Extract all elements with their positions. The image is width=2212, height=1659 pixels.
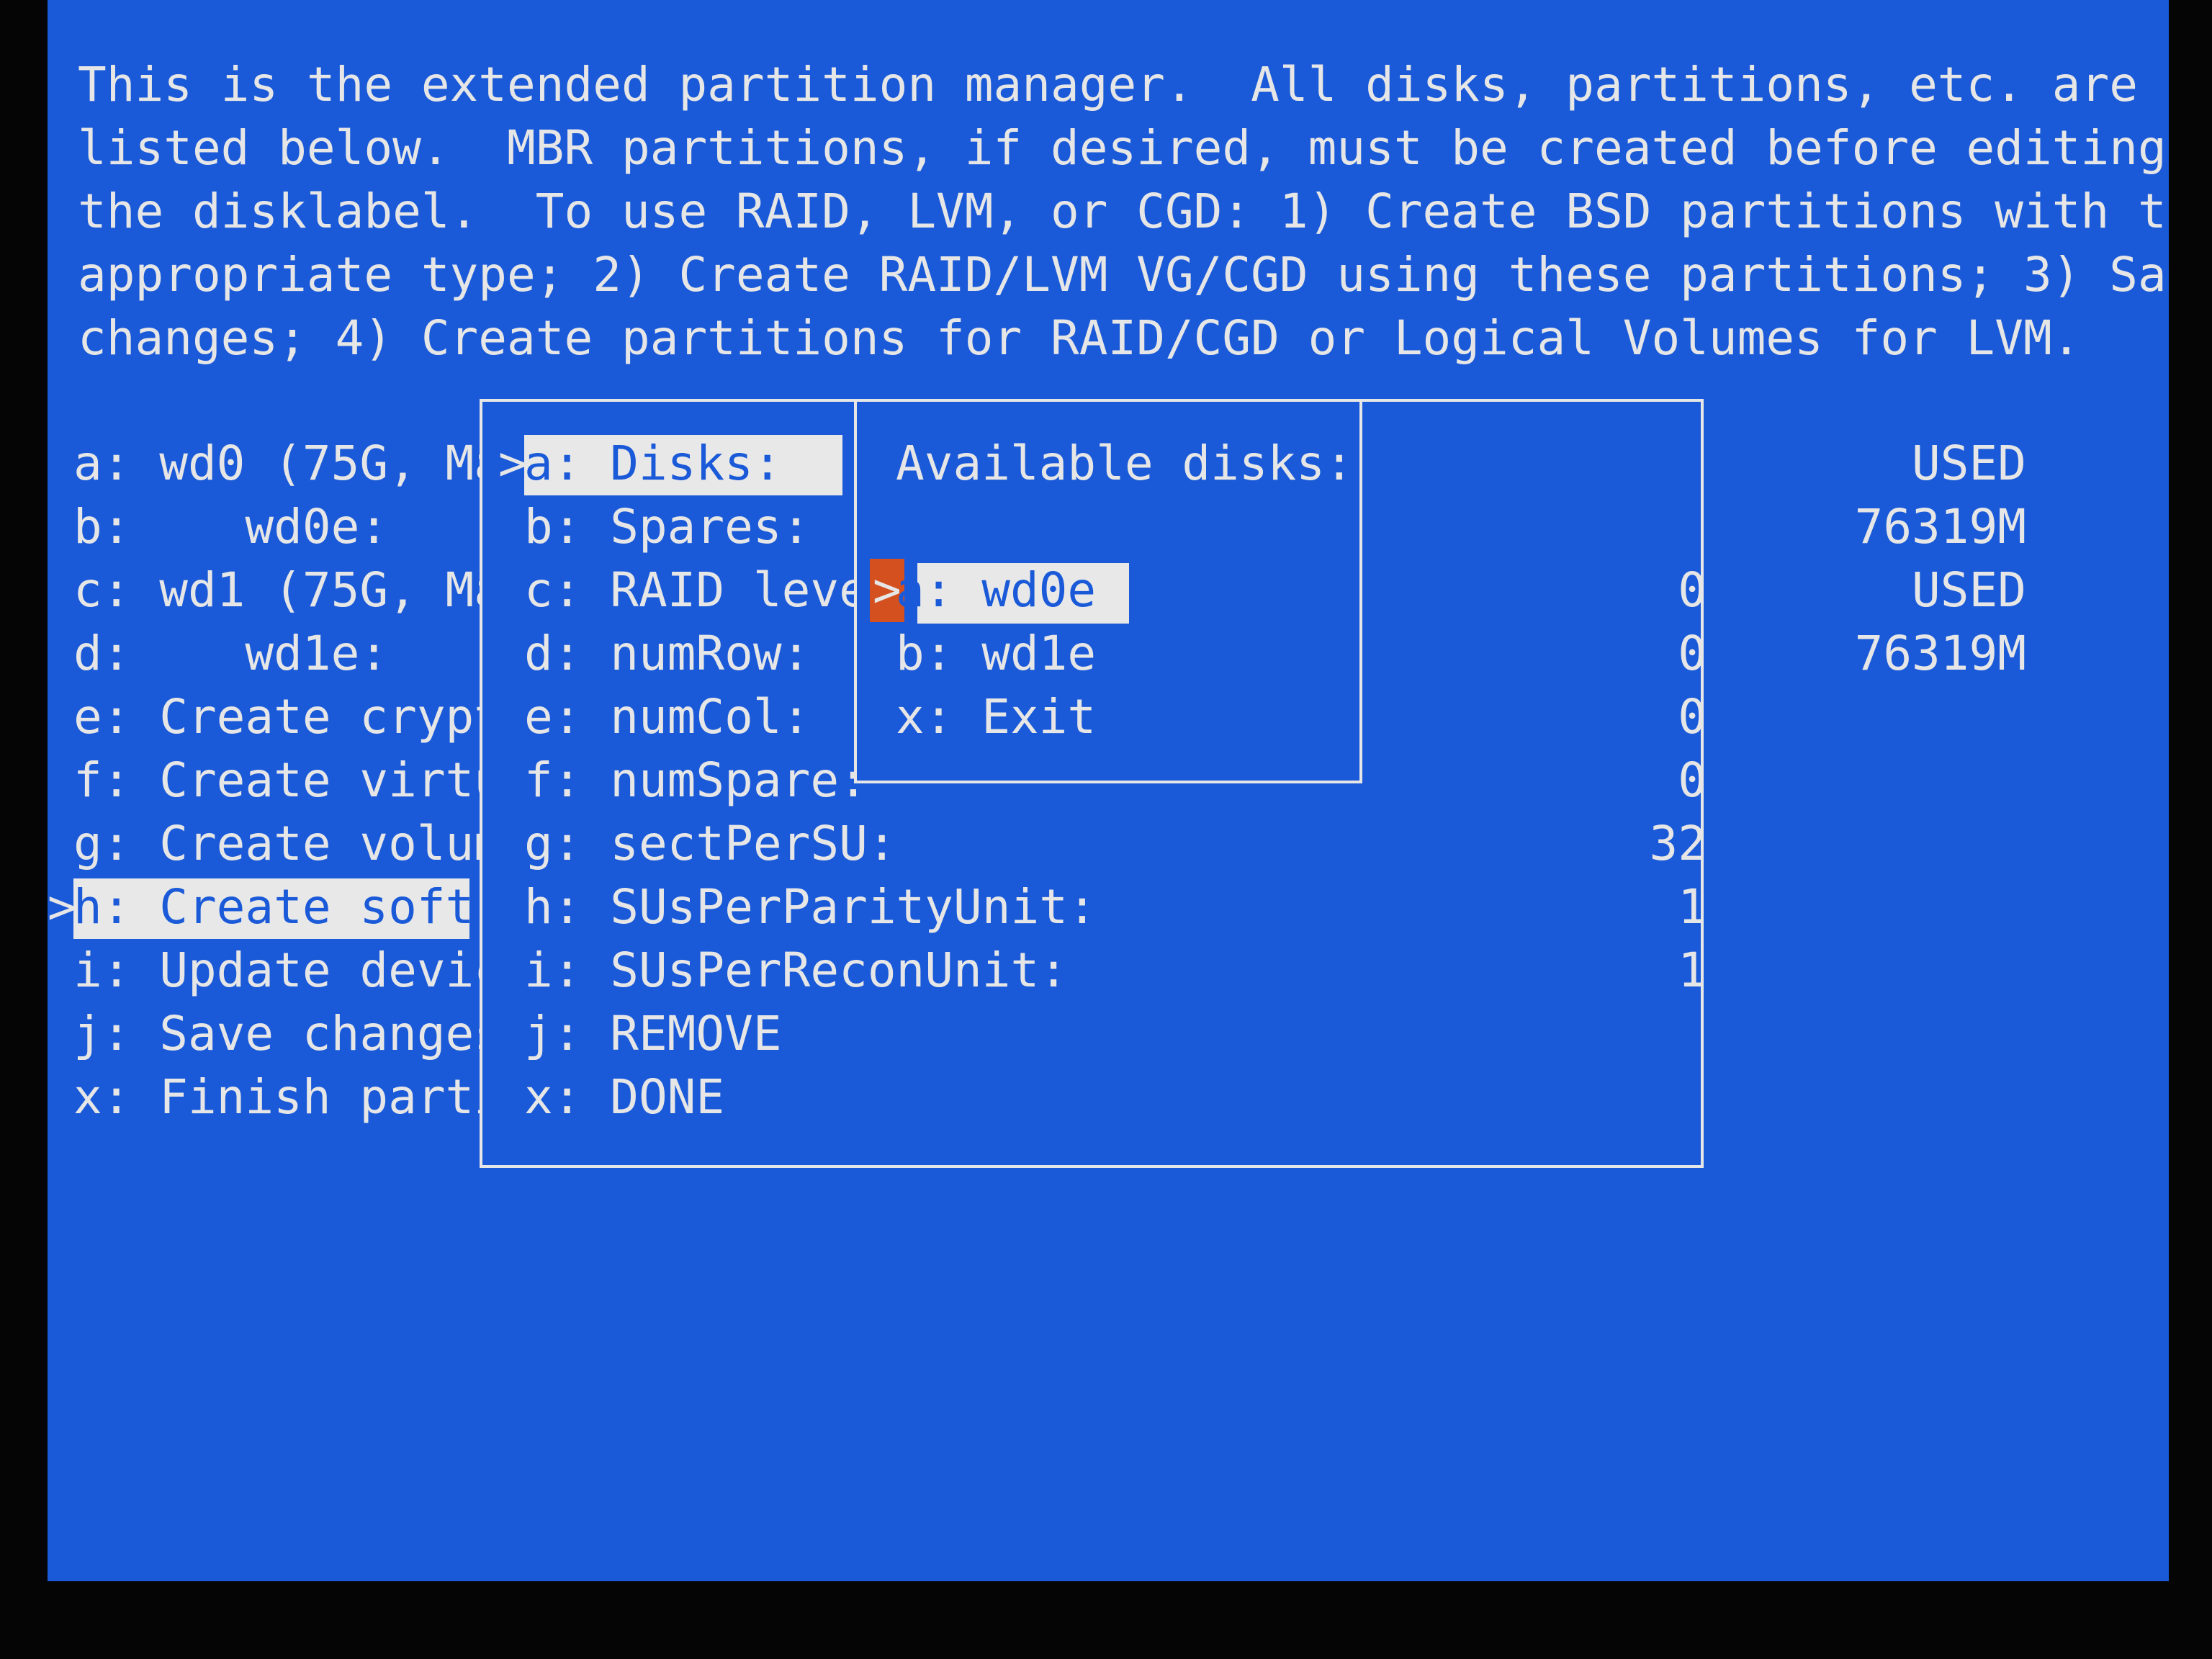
- raid-menu-item-susperparityunit[interactable]: h: SUsPerParityUnit:: [524, 876, 1097, 939]
- main-menu-cursor: >: [48, 879, 76, 935]
- disk-popup-item-wd0e[interactable]: a: wd0e: [896, 559, 1096, 622]
- raid-value-sectpersu: 32: [1649, 816, 1707, 871]
- intro-line-1: This is the extended partition manager. …: [78, 57, 2138, 112]
- terminal-screen: This is the extended partition manager. …: [48, 0, 2169, 1581]
- disk-popup-item-wd1e[interactable]: b: wd1e: [896, 622, 1096, 685]
- main-menu-size-wd1e: 76319M: [1854, 626, 2026, 681]
- raid-menu-item-spares[interactable]: b: Spares:: [524, 495, 810, 559]
- main-menu-size-wd0e: 76319M: [1854, 499, 2026, 554]
- raid-menu-item-sectpersu[interactable]: g: sectPerSU:: [524, 812, 896, 876]
- raid-value-numrow: 0: [1678, 626, 1707, 681]
- raid-menu-item-raid-level[interactable]: c: RAID leve: [524, 559, 868, 622]
- main-menu-item-create-crypt[interactable]: e: Create crypt: [73, 685, 503, 749]
- main-menu-item-disk-wd0[interactable]: a: wd0 (75G, Ma: [73, 432, 503, 495]
- main-menu-item-finish[interactable]: x: Finish parti: [73, 1066, 503, 1129]
- available-disks-title: Available disks:: [896, 436, 1354, 491]
- raid-menu-cursor: >: [498, 436, 527, 491]
- raid-menu-item-disks[interactable]: a: Disks:: [524, 432, 782, 495]
- intro-line-2: listed below. MBR partitions, if desired…: [78, 120, 2167, 176]
- raid-value-numcol: 0: [1678, 689, 1707, 745]
- raid-value-numspare: 0: [1678, 752, 1707, 808]
- raid-value-susperparityunit: 1: [1678, 879, 1707, 935]
- raid-value-raid-level: 0: [1678, 562, 1707, 618]
- main-menu-item-disk-wd1[interactable]: c: wd1 (75G, Ma: [73, 559, 503, 622]
- disk-popup-item-exit[interactable]: x: Exit: [896, 685, 1096, 749]
- raid-menu-item-done[interactable]: x: DONE: [524, 1066, 724, 1129]
- intro-line-4: appropriate type; 2) Create RAID/LVM VG/…: [78, 247, 2169, 302]
- raid-menu-item-numcol[interactable]: e: numCol:: [524, 685, 810, 749]
- main-menu-item-create-software-raid[interactable]: h: Create softw: [73, 876, 503, 939]
- intro-line-3: the disklabel. To use RAID, LVM, or CGD:…: [78, 184, 2169, 239]
- raid-menu-item-numspare[interactable]: f: numSpare:: [524, 749, 868, 812]
- main-menu-item-create-volume[interactable]: g: Create volum: [73, 812, 503, 876]
- raid-menu-item-remove[interactable]: j: REMOVE: [524, 1002, 782, 1066]
- main-menu-item-update-devices[interactable]: i: Update devic: [73, 939, 503, 1002]
- main-menu-status-wd1: USED: [1912, 562, 2026, 618]
- raid-menu-item-susperreconunit[interactable]: i: SUsPerReconUnit:: [524, 939, 1068, 1002]
- main-menu-item-part-wd1e[interactable]: d: wd1e:: [73, 622, 388, 685]
- raid-menu-item-numrow[interactable]: d: numRow:: [524, 622, 810, 685]
- main-menu-item-create-virtual[interactable]: f: Create virtu: [73, 749, 503, 812]
- intro-line-5: changes; 4) Create partitions for RAID/C…: [78, 310, 2081, 366]
- main-menu-status-wd0: USED: [1912, 436, 2026, 491]
- main-menu-item-part-wd0e[interactable]: b: wd0e:: [73, 495, 388, 559]
- main-menu-item-save-changes[interactable]: j: Save changes: [73, 1002, 503, 1066]
- raid-value-susperreconunit: 1: [1678, 943, 1707, 998]
